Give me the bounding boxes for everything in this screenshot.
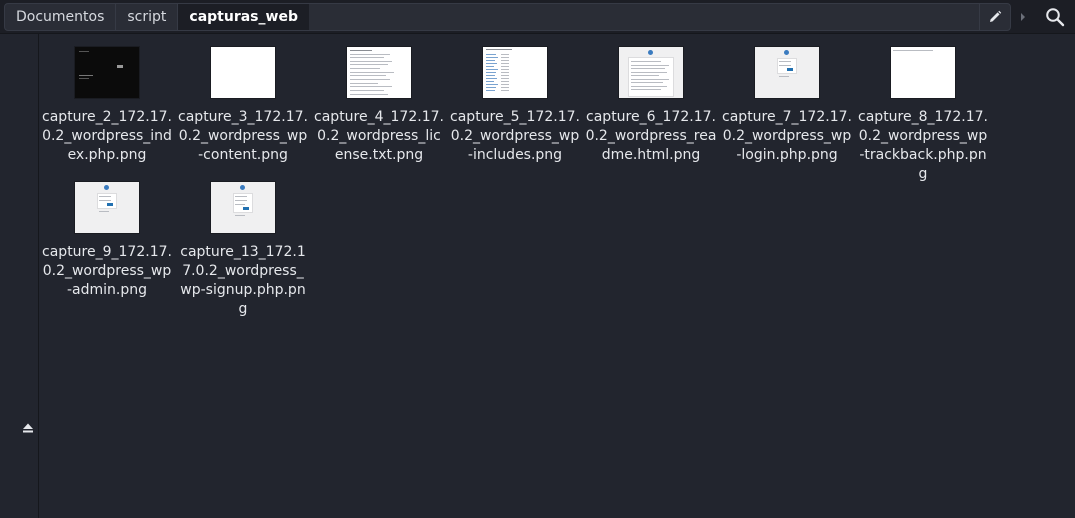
eject-icon bbox=[23, 423, 33, 433]
toolbar: Documentos script capturas_web bbox=[0, 0, 1075, 34]
file-name: capture_4_172.17.0.2_wordpress_license.t… bbox=[314, 109, 444, 163]
file-item[interactable]: capture_7_172.17.0.2_wordpress_wp-login.… bbox=[719, 34, 855, 165]
file-name: capture_9_172.17.0.2_wordpress_wp-admin.… bbox=[42, 244, 172, 298]
image-thumbnail bbox=[483, 47, 547, 98]
file-name: capture_3_172.17.0.2_wordpress_wp-conten… bbox=[178, 109, 308, 163]
file-name: capture_2_172.17.0.2_wordpress_index.php… bbox=[42, 109, 172, 163]
image-thumbnail bbox=[619, 47, 683, 98]
breadcrumb-capturas-web[interactable]: capturas_web bbox=[177, 3, 310, 31]
file-item[interactable]: capture_5_172.17.0.2_wordpress_wp-includ… bbox=[447, 34, 583, 165]
edit-location-button[interactable] bbox=[979, 3, 1011, 31]
search-button[interactable] bbox=[1040, 3, 1070, 31]
file-name: capture_13_172.17.0.2_wordpress_wp-signu… bbox=[180, 244, 306, 317]
file-name: capture_8_172.17.0.2_wordpress_wp-trackb… bbox=[858, 109, 988, 182]
path-forward-button[interactable] bbox=[1014, 8, 1032, 26]
eject-button[interactable] bbox=[20, 420, 36, 436]
pencil-icon bbox=[990, 10, 1002, 22]
image-thumbnail bbox=[891, 47, 955, 98]
image-thumbnail bbox=[75, 47, 139, 98]
image-thumbnail bbox=[75, 182, 139, 233]
breadcrumb: Documentos script capturas_web bbox=[4, 3, 1009, 31]
file-item[interactable]: capture_8_172.17.0.2_wordpress_wp-trackb… bbox=[855, 34, 991, 184]
chevron-right-icon bbox=[1021, 13, 1025, 21]
file-name: capture_7_172.17.0.2_wordpress_wp-login.… bbox=[722, 109, 852, 163]
file-item[interactable]: capture_4_172.17.0.2_wordpress_license.t… bbox=[311, 34, 447, 165]
file-item[interactable]: capture_2_172.17.0.2_wordpress_index.php… bbox=[39, 34, 175, 165]
breadcrumb-spacer[interactable] bbox=[308, 3, 1009, 31]
file-name: capture_6_172.17.0.2_wordpress_readme.ht… bbox=[585, 109, 717, 163]
file-grid: capture_2_172.17.0.2_wordpress_index.php… bbox=[39, 34, 1075, 518]
image-thumbnail bbox=[347, 47, 411, 98]
file-item[interactable]: capture_3_172.17.0.2_wordpress_wp-conten… bbox=[175, 34, 311, 165]
file-item[interactable]: capture_13_172.17.0.2_wordpress_wp-signu… bbox=[175, 169, 311, 319]
breadcrumb-documentos[interactable]: Documentos bbox=[4, 3, 117, 31]
file-name: capture_5_172.17.0.2_wordpress_wp-includ… bbox=[450, 109, 580, 163]
file-item[interactable]: capture_9_172.17.0.2_wordpress_wp-admin.… bbox=[39, 169, 175, 300]
sidebar bbox=[0, 34, 39, 518]
image-thumbnail bbox=[211, 47, 275, 98]
file-item[interactable]: capture_6_172.17.0.2_wordpress_readme.ht… bbox=[583, 34, 719, 165]
image-thumbnail bbox=[211, 182, 275, 233]
breadcrumb-script[interactable]: script bbox=[115, 3, 179, 31]
image-thumbnail bbox=[755, 47, 819, 98]
search-icon bbox=[1046, 8, 1065, 27]
